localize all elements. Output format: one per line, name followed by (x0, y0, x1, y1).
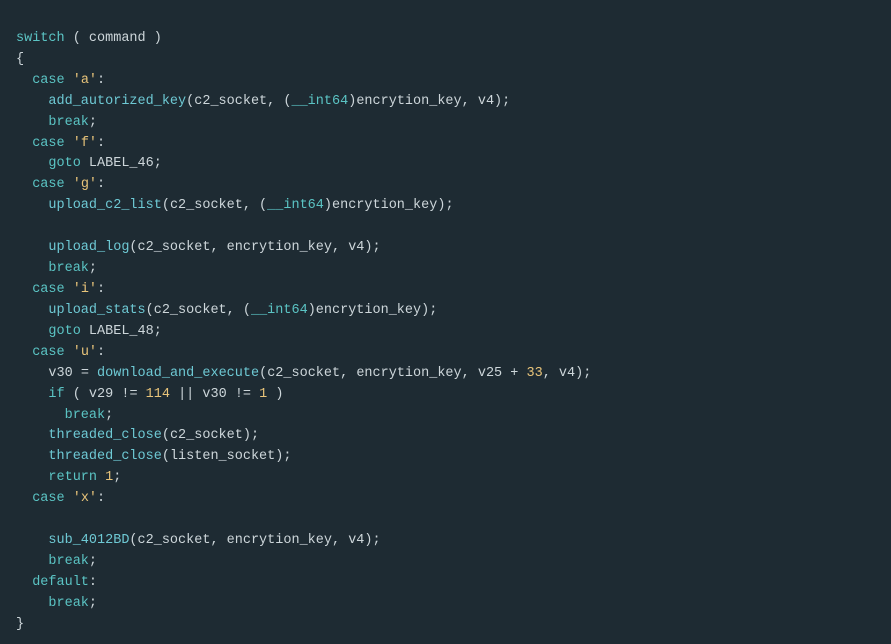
keyword-switch: switch (16, 31, 65, 46)
var-command: command (89, 31, 146, 46)
code-viewer: switch ( command ) { case 'a': add_autor… (0, 4, 891, 640)
